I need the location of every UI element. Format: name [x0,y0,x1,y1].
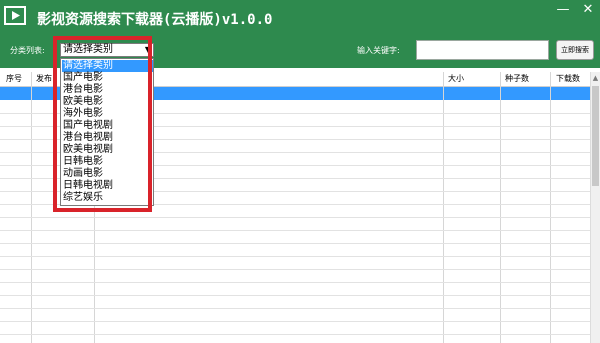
minimize-button[interactable]: — [553,0,573,20]
category-label: 分类列表: [10,46,45,55]
window-title: 影视资源搜索下载器(云播版)v1.0.0 [37,12,273,28]
column-header-seeds[interactable]: 种子数 [505,73,529,84]
keyword-label: 输入关键字: [357,46,400,55]
row-divider [0,334,590,335]
row-divider [0,308,590,309]
row-divider [0,243,590,244]
row-divider [0,282,590,283]
table-scrollbar[interactable]: ▲ [590,72,600,343]
column-header-publish[interactable]: 发布 [36,73,52,84]
row-divider [0,256,590,257]
row-divider [0,295,590,296]
highlight-box [53,36,152,212]
film-clapper-icon [4,6,26,25]
search-button[interactable]: 立即搜索 [556,40,594,60]
row-divider [0,269,590,270]
row-divider [0,230,590,231]
scroll-thumb[interactable] [592,86,599,186]
column-header-index[interactable]: 序号 [6,73,22,84]
keyword-input[interactable] [416,40,549,60]
row-divider [0,321,590,322]
row-divider [0,217,590,218]
column-header-downloads[interactable]: 下载数 [556,73,580,84]
app-window: 影视资源搜索下载器(云播版)v1.0.0 — ✕ 分类列表: 请选择类别 ▼ 输… [0,0,600,343]
close-button[interactable]: ✕ [578,0,598,20]
column-header-size[interactable]: 大小 [448,73,464,84]
scroll-up-icon[interactable]: ▲ [591,72,600,84]
